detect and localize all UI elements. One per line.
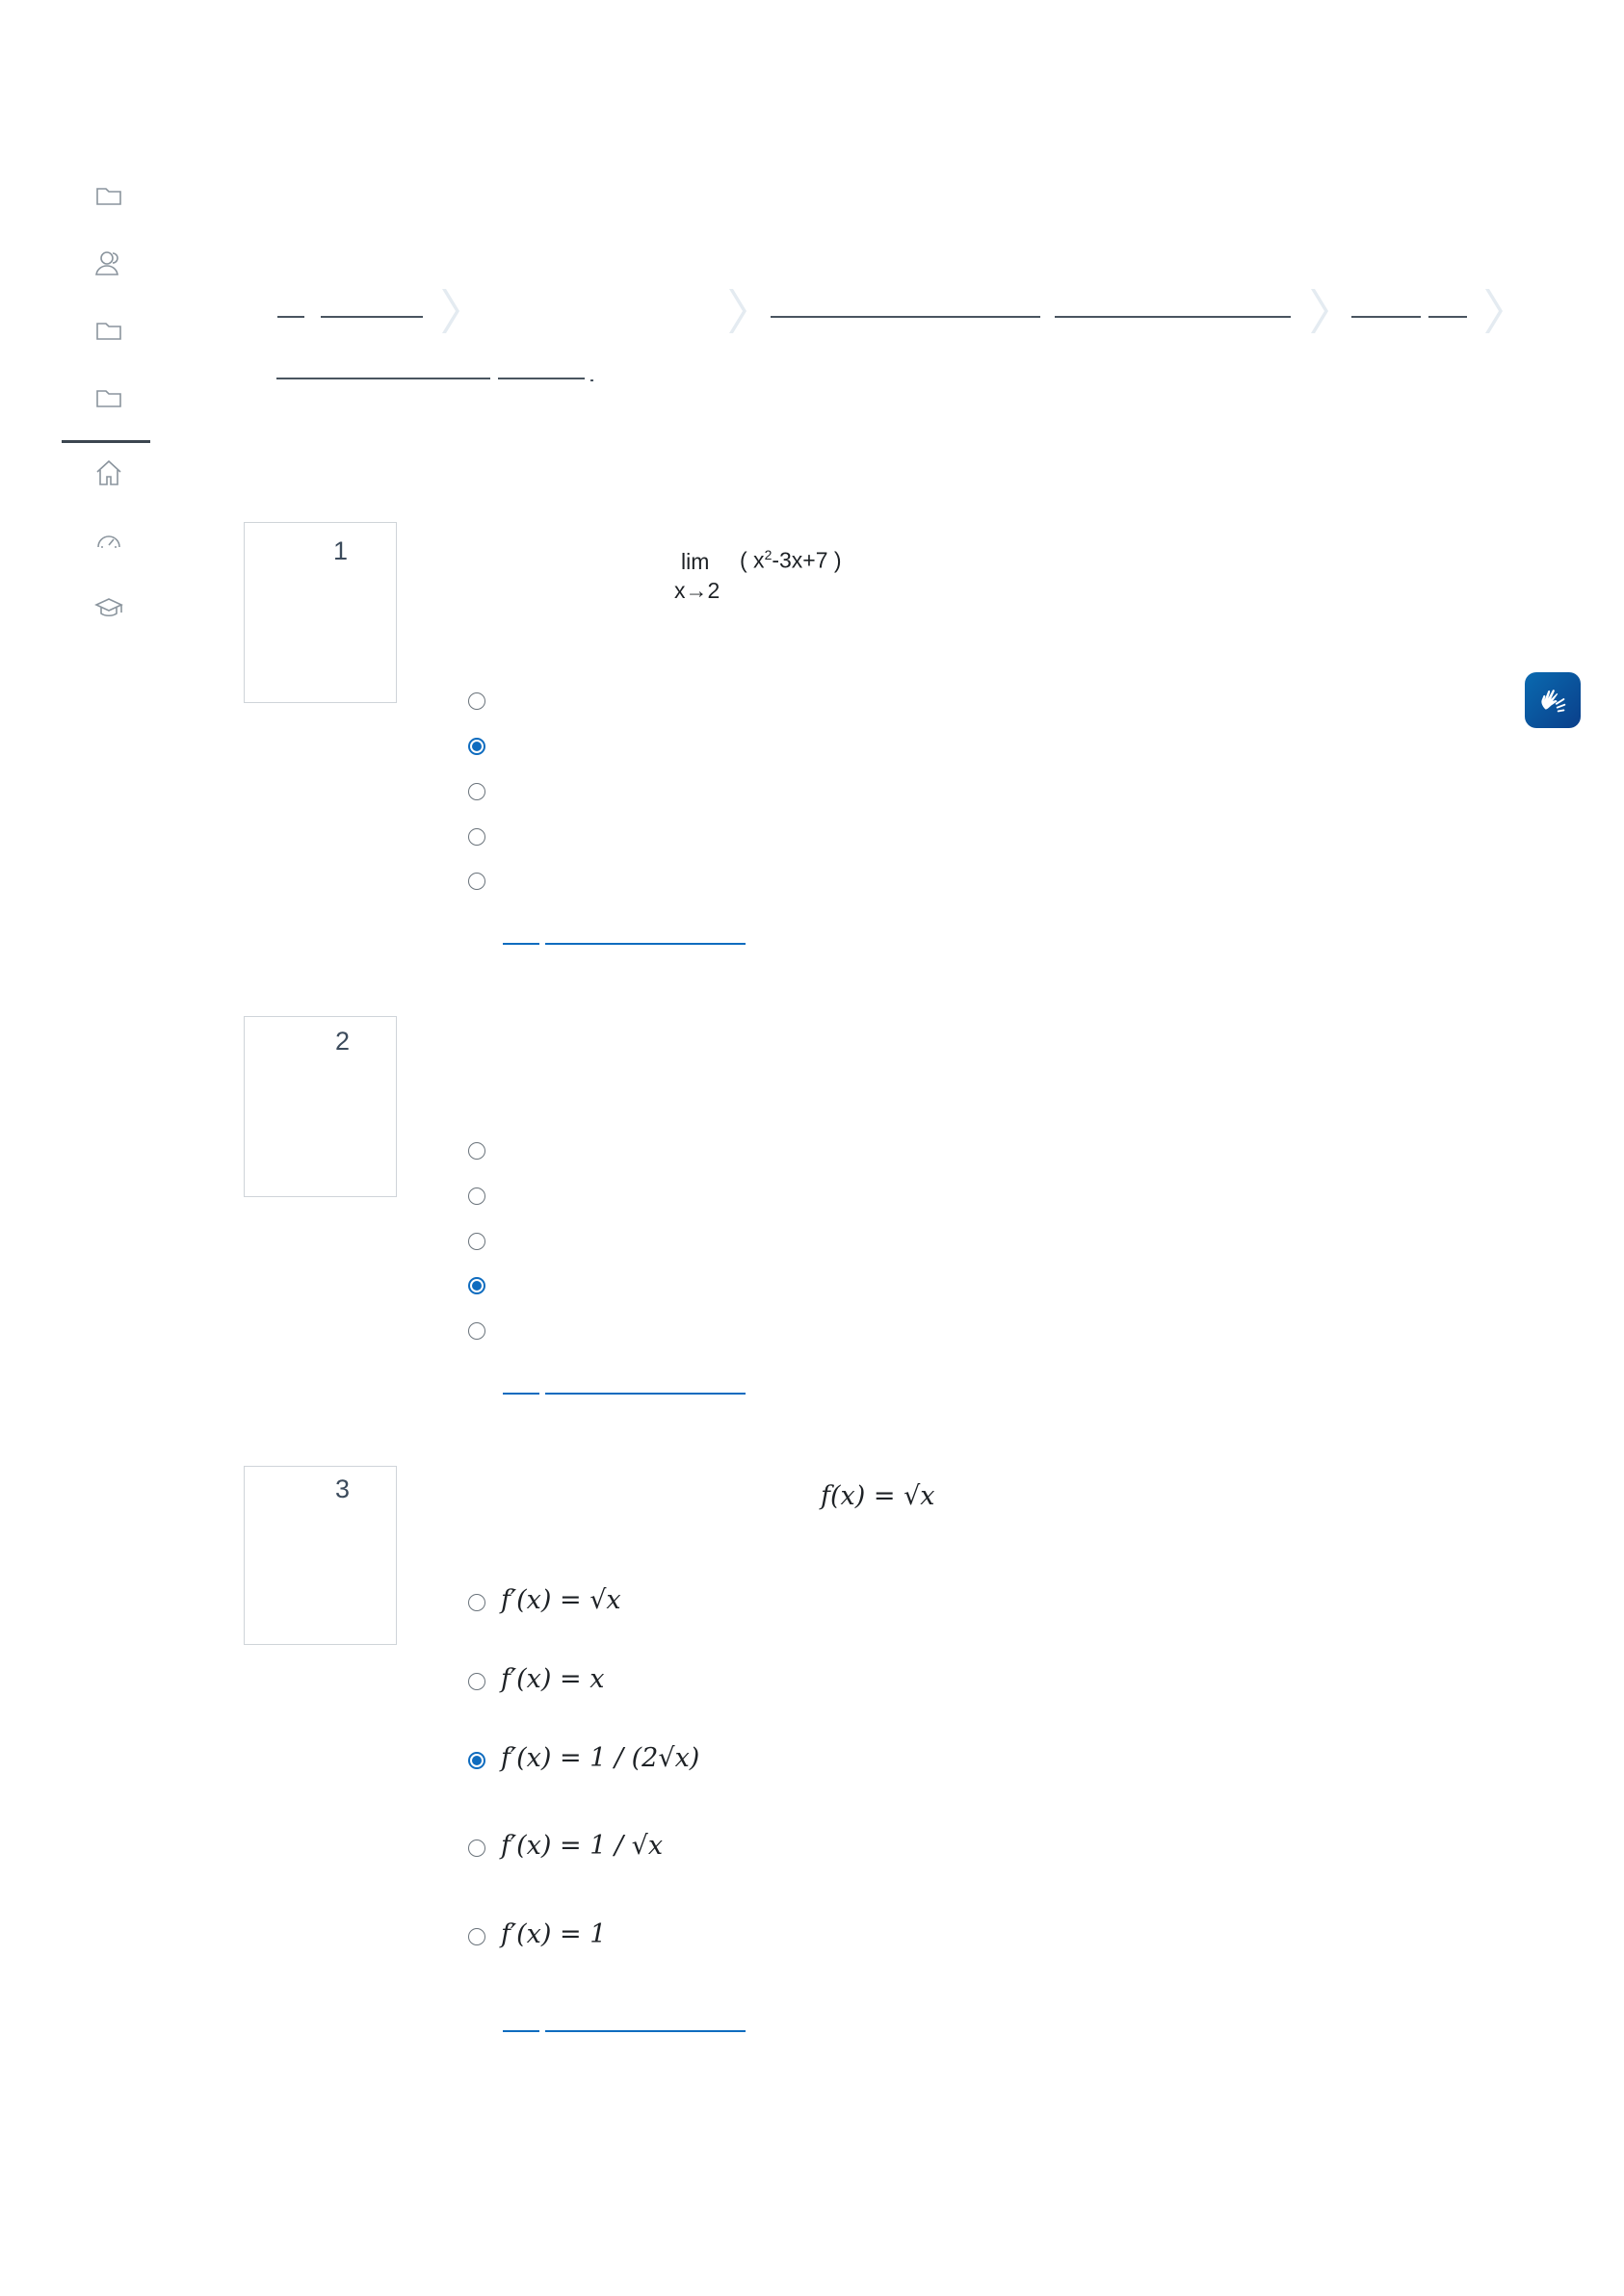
question-link[interactable]: [545, 2030, 746, 2032]
question-info-box: 1: [244, 522, 397, 703]
answer-radio[interactable]: [468, 1187, 485, 1205]
breadcrumb-link[interactable]: [1351, 316, 1421, 318]
breadcrumb-link[interactable]: [771, 316, 1040, 318]
answer-radio[interactable]: [468, 1322, 485, 1340]
question-number: 1: [333, 536, 349, 565]
answer-option: f′(x) = 1 / (2√x): [501, 1743, 700, 1773]
function-definition: f(x) = √x: [821, 1481, 935, 1511]
question-info-box: 2: [244, 1016, 397, 1197]
answer-radio[interactable]: [468, 828, 485, 846]
answer-radio[interactable]: [468, 783, 485, 800]
answer-radio[interactable]: [468, 692, 485, 710]
answer-radio[interactable]: [468, 1673, 485, 1690]
chevron-right-icon: [729, 289, 747, 333]
question-link[interactable]: [503, 1393, 539, 1395]
home-icon[interactable]: [94, 458, 123, 487]
limit-expression-open: ( x2-3x+7 ): [740, 547, 842, 573]
answer-radio[interactable]: [468, 1233, 485, 1250]
chevron-right-icon: [1485, 289, 1503, 333]
breadcrumb-link[interactable]: [277, 316, 304, 318]
answer-option: f′(x) = √x: [501, 1585, 621, 1615]
answer-radio-selected[interactable]: [468, 1277, 485, 1294]
answer-option: f′(x) = x: [501, 1664, 605, 1694]
folder-icon[interactable]: [94, 316, 123, 345]
breadcrumb-link[interactable]: [1055, 316, 1291, 318]
answer-radio[interactable]: [468, 1594, 485, 1611]
answer-radio[interactable]: [468, 1839, 485, 1857]
answer-radio[interactable]: [468, 1142, 485, 1160]
users-icon[interactable]: [94, 248, 123, 277]
sign-language-icon: [1541, 690, 1566, 713]
question-link[interactable]: [503, 2030, 539, 2032]
breadcrumb-link[interactable]: [1428, 316, 1467, 318]
breadcrumb-link[interactable]: [321, 316, 423, 318]
question-link[interactable]: [545, 943, 746, 945]
question-info-box: 3: [244, 1466, 397, 1645]
answer-option: f′(x) = 1: [501, 1919, 607, 1949]
page-title-dot: [590, 379, 593, 381]
breadcrumb: [275, 279, 1517, 395]
answer-option: f′(x) = 1 / √x: [501, 1831, 664, 1861]
answer-radio-selected[interactable]: [468, 1752, 485, 1769]
page-title-line: [276, 378, 490, 379]
answer-radio-selected[interactable]: [468, 738, 485, 755]
graduation-cap-icon[interactable]: [94, 593, 123, 622]
page-title-line: [498, 378, 585, 379]
dashboard-icon[interactable]: [94, 526, 123, 555]
question-number: 3: [335, 1474, 351, 1503]
nav-separator: [62, 440, 150, 443]
limit-word: lim: [681, 549, 710, 574]
answer-radio[interactable]: [468, 1928, 485, 1945]
question-number: 2: [335, 1027, 351, 1056]
limit-subscript: x→2: [674, 578, 720, 603]
chevron-right-icon: [442, 289, 459, 333]
answer-radio[interactable]: [468, 873, 485, 890]
folder-icon[interactable]: [94, 383, 123, 412]
folder-icon[interactable]: [94, 181, 123, 210]
accessibility-button[interactable]: [1525, 672, 1581, 728]
question-link[interactable]: [545, 1393, 746, 1395]
chevron-right-icon: [1311, 289, 1328, 333]
question-link[interactable]: [503, 943, 539, 945]
